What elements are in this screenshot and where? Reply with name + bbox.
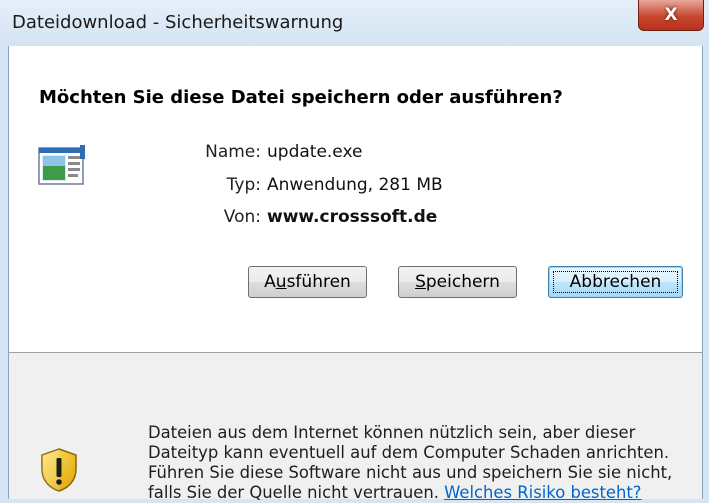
name-value: update.exe [267, 142, 363, 162]
run-button[interactable]: Ausführen [248, 266, 367, 298]
type-value: Anwendung, 281 MB [267, 175, 443, 195]
run-button-label: Ausführen [264, 272, 351, 292]
close-button[interactable]: X [638, 0, 704, 31]
window-frame-right [703, 46, 709, 499]
warning-text: Dateien aus dem Internet können nützlich… [148, 423, 693, 503]
from-value: www.crosssoft.de [267, 207, 438, 227]
focus-rectangle [553, 271, 678, 293]
window-frame-left [0, 46, 8, 499]
from-label: Von: [223, 207, 261, 227]
dialog-body: Möchten Sie diese Datei speichern oder a… [8, 46, 703, 502]
security-shield-warning-icon [41, 448, 77, 492]
risk-info-link[interactable]: Welches Risiko besteht? [444, 483, 641, 502]
name-label: Name: [205, 142, 261, 162]
dialog-question: Möchten Sie diese Datei speichern oder a… [39, 87, 563, 108]
title-bar: Dateidownload - Sicherheitswarnung X [0, 0, 709, 46]
close-icon: X [664, 5, 678, 25]
download-info-panel: Möchten Sie diese Datei speichern oder a… [9, 46, 702, 352]
window-title: Dateidownload - Sicherheitswarnung [12, 12, 344, 33]
application-file-icon [38, 145, 85, 185]
warning-panel: Dateien aus dem Internet können nützlich… [9, 353, 702, 502]
save-button[interactable]: Speichern [398, 266, 517, 298]
save-button-label: Speichern [415, 272, 500, 292]
cancel-button[interactable]: Abbrechen [548, 266, 683, 298]
type-label: Typ: [226, 175, 261, 195]
